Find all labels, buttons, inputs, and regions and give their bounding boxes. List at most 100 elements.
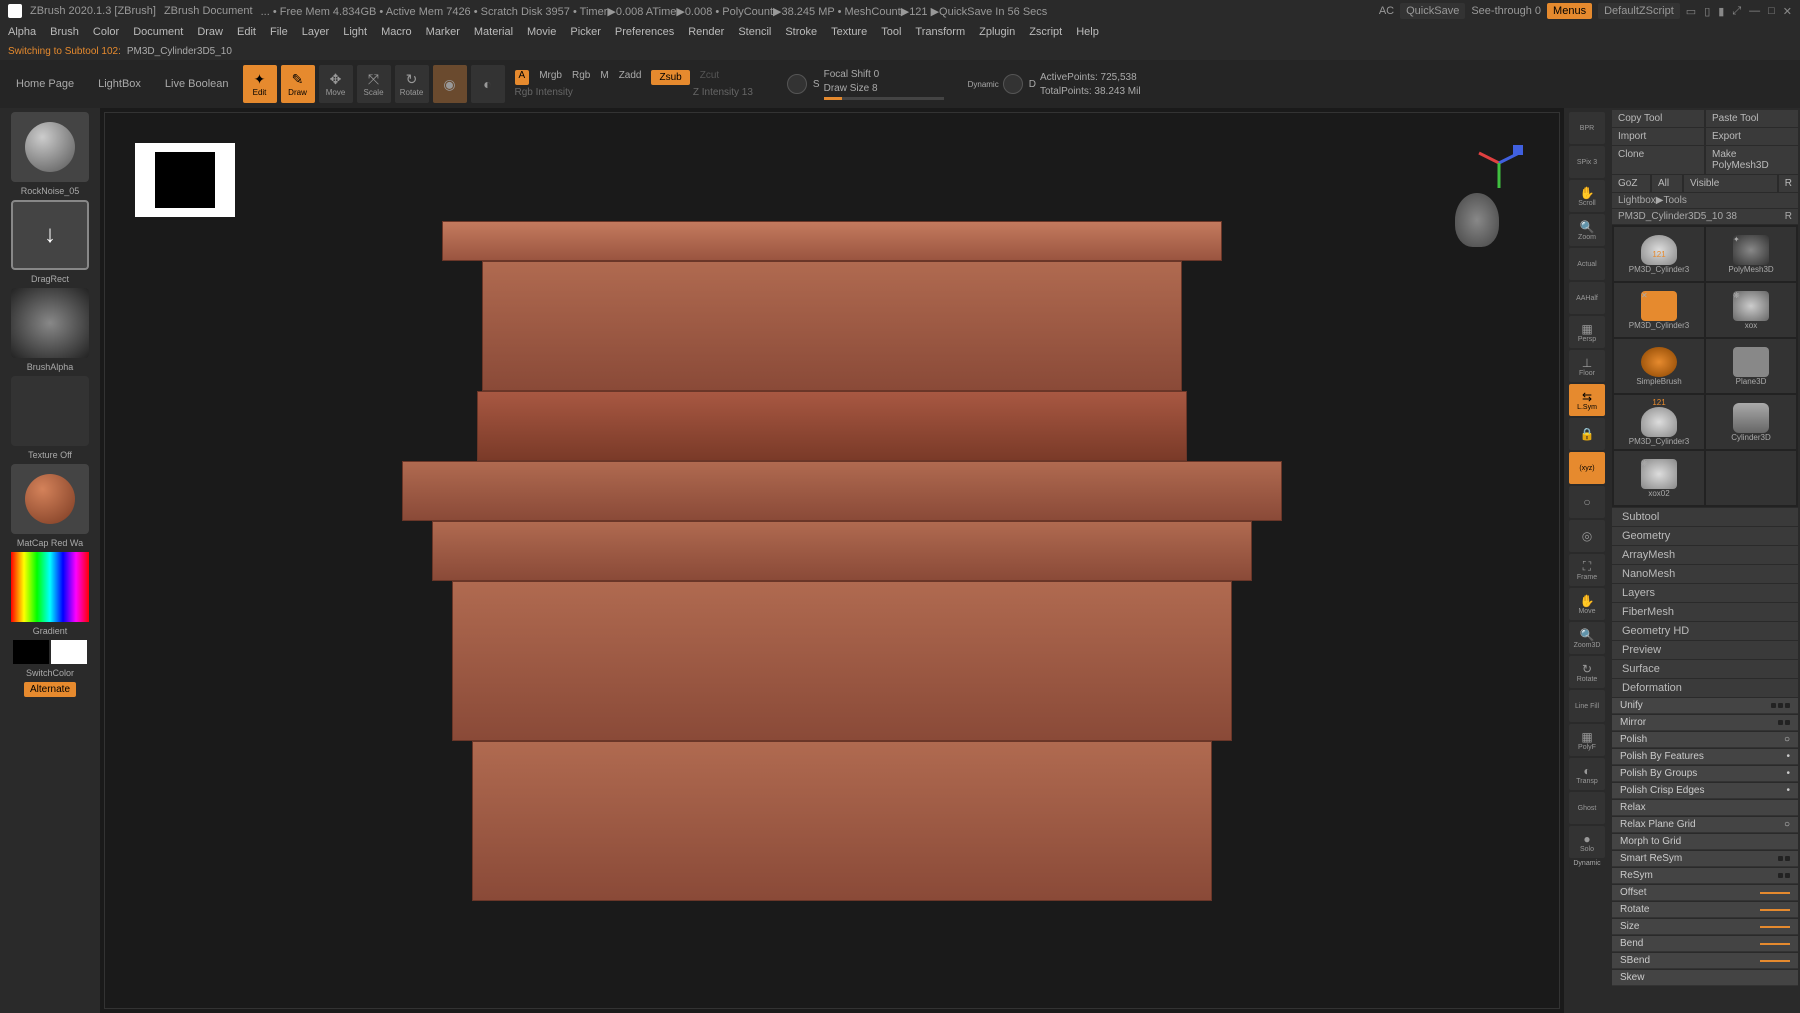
material-thumbnail[interactable] <box>11 464 89 534</box>
menu-layer[interactable]: Layer <box>302 26 330 38</box>
swatch-white[interactable] <box>51 640 87 664</box>
mrgb-button[interactable]: Mrgb <box>539 70 562 85</box>
deform-polishcrispedges[interactable]: Polish Crisp Edges• <box>1612 783 1798 799</box>
section-subtool[interactable]: Subtool <box>1612 508 1798 526</box>
deform-skew[interactable]: Skew <box>1612 970 1798 986</box>
current-tool-row[interactable]: PM3D_Cylinder3D5_10 38R <box>1612 209 1798 224</box>
tool-item-6[interactable]: 121PM3D_Cylinder3 <box>1614 395 1704 449</box>
solo-button[interactable]: ●Solo <box>1569 826 1605 858</box>
deform-polishbygroups[interactable]: Polish By Groups• <box>1612 766 1798 782</box>
section-geometryhd[interactable]: Geometry HD <box>1612 622 1798 640</box>
switchcolor-button[interactable]: SwitchColor <box>26 668 74 678</box>
menu-stroke[interactable]: Stroke <box>785 26 817 38</box>
dynamic-label[interactable]: Dynamic <box>968 80 999 89</box>
aahalf-button[interactable]: AAHalf <box>1569 282 1605 314</box>
seethrough-slider[interactable]: See-through 0 <box>1471 5 1541 17</box>
section-layers[interactable]: Layers <box>1612 584 1798 602</box>
tool-item-9[interactable] <box>1706 451 1796 505</box>
menu-zplugin[interactable]: Zplugin <box>979 26 1015 38</box>
deform-sbend[interactable]: SBend <box>1612 953 1798 969</box>
tool-item-3[interactable]: ❋xox <box>1706 283 1796 337</box>
minimize-icon[interactable]: — <box>1749 5 1760 18</box>
goz-button[interactable]: GoZ <box>1612 175 1650 192</box>
menus-button[interactable]: Menus <box>1547 3 1592 19</box>
menu-macro[interactable]: Macro <box>381 26 412 38</box>
a-button[interactable]: A <box>515 70 530 85</box>
defaultzscript-button[interactable]: DefaultZScript <box>1598 3 1680 19</box>
lock-button[interactable]: 🔒 <box>1569 418 1605 450</box>
layout2-icon[interactable]: ▯ <box>1704 5 1710 18</box>
section-fibermesh[interactable]: FiberMesh <box>1612 603 1798 621</box>
color-picker[interactable] <box>11 552 89 622</box>
deform-rotate[interactable]: Rotate <box>1612 902 1798 918</box>
move3d-button[interactable]: ✋Move <box>1569 588 1605 620</box>
sculptris-button[interactable]: ◐ <box>471 65 505 103</box>
lightbox-tools-header[interactable]: Lightbox▶Tools <box>1612 193 1798 208</box>
rgb-button[interactable]: Rgb <box>572 70 590 85</box>
swatch-black[interactable] <box>13 640 49 664</box>
menu-material[interactable]: Material <box>474 26 513 38</box>
section-geometry[interactable]: Geometry <box>1612 527 1798 545</box>
close-icon[interactable]: ✕ <box>1783 5 1792 18</box>
cam-button[interactable]: ◎ <box>1569 520 1605 552</box>
liveboolean-button[interactable]: Live Boolean <box>155 74 239 94</box>
alpha-thumbnail[interactable] <box>11 288 89 358</box>
menu-texture[interactable]: Texture <box>831 26 867 38</box>
axis-gizmo[interactable] <box>1469 133 1529 193</box>
stroke-thumbnail[interactable]: ↓ <box>11 200 89 270</box>
ghost-button[interactable]: Ghost <box>1569 792 1605 824</box>
menu-light[interactable]: Light <box>343 26 367 38</box>
homepage-button[interactable]: Home Page <box>6 74 84 94</box>
viewport[interactable] <box>104 112 1560 1009</box>
deform-smartresym[interactable]: Smart ReSym <box>1612 851 1798 867</box>
section-nanomesh[interactable]: NanoMesh <box>1612 565 1798 583</box>
deform-polishbyfeatures[interactable]: Polish By Features• <box>1612 749 1798 765</box>
move-mode-button[interactable]: ✥Move <box>319 65 353 103</box>
section-deformation[interactable]: Deformation <box>1612 679 1798 697</box>
layout1-icon[interactable]: ▭ <box>1686 5 1696 18</box>
deform-offset[interactable]: Offset <box>1612 885 1798 901</box>
deform-relaxplanegrid[interactable]: Relax Plane Grid○ <box>1612 817 1798 833</box>
focalshift-slider[interactable]: Focal Shift 0 <box>824 69 944 80</box>
actual-button[interactable]: Actual <box>1569 248 1605 280</box>
deform-size[interactable]: Size <box>1612 919 1798 935</box>
zoom-button[interactable]: 🔍Zoom <box>1569 214 1605 246</box>
tool-item-0[interactable]: 121PM3D_Cylinder3 <box>1614 227 1704 281</box>
expand-icon[interactable]: ⤢ <box>1732 5 1741 18</box>
deform-morphtogrid[interactable]: Morph to Grid <box>1612 834 1798 850</box>
brush-thumbnail[interactable] <box>11 112 89 182</box>
bpr-button[interactable]: BPR <box>1569 112 1605 144</box>
menu-tool[interactable]: Tool <box>881 26 901 38</box>
m-button[interactable]: M <box>600 70 608 85</box>
rotate-mode-button[interactable]: ↻Rotate <box>395 65 429 103</box>
menu-edit[interactable]: Edit <box>237 26 256 38</box>
menu-zscript[interactable]: Zscript <box>1029 26 1062 38</box>
menu-help[interactable]: Help <box>1076 26 1099 38</box>
draw-mode-button[interactable]: ✎Draw <box>281 65 315 103</box>
gizmo-button[interactable]: ◉ <box>433 65 467 103</box>
section-preview[interactable]: Preview <box>1612 641 1798 659</box>
dynamic-icon[interactable] <box>1003 74 1023 94</box>
menu-document[interactable]: Document <box>133 26 183 38</box>
section-arraymesh[interactable]: ArrayMesh <box>1612 546 1798 564</box>
menu-color[interactable]: Color <box>93 26 119 38</box>
export-button[interactable]: Export <box>1706 128 1798 145</box>
persp-button[interactable]: ▦Persp <box>1569 316 1605 348</box>
frame-button[interactable]: ⛶Frame <box>1569 554 1605 586</box>
goz-visible-button[interactable]: Visible <box>1684 175 1777 192</box>
lightbox-button[interactable]: LightBox <box>88 74 151 94</box>
copytool-button[interactable]: Copy Tool <box>1612 110 1704 127</box>
linefill-button[interactable]: Line Fill <box>1569 690 1605 722</box>
menu-preferences[interactable]: Preferences <box>615 26 674 38</box>
goz-all-button[interactable]: All <box>1652 175 1682 192</box>
deform-resym[interactable]: ReSym <box>1612 868 1798 884</box>
zadd-button[interactable]: Zadd <box>619 70 642 85</box>
layout3-icon[interactable]: ▮ <box>1718 5 1724 18</box>
menu-marker[interactable]: Marker <box>426 26 460 38</box>
z-intensity-label[interactable]: Z Intensity 13 <box>693 87 753 98</box>
menu-movie[interactable]: Movie <box>527 26 556 38</box>
deform-bend[interactable]: Bend <box>1612 936 1798 952</box>
deform-unify[interactable]: Unify <box>1612 698 1798 714</box>
menu-file[interactable]: File <box>270 26 288 38</box>
makepolymesh-button[interactable]: Make PolyMesh3D <box>1706 146 1798 174</box>
